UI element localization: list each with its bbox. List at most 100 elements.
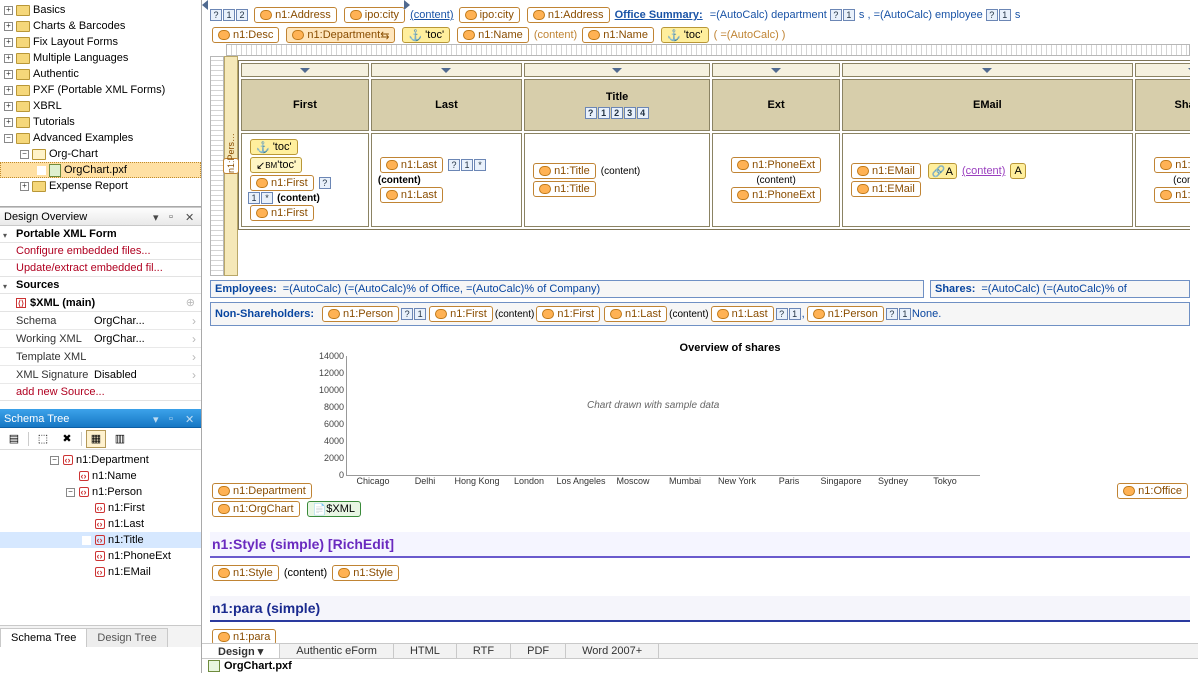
- tag-department-close[interactable]: n1:Department: [212, 483, 312, 499]
- close-icon[interactable]: ✕: [185, 413, 197, 425]
- schema-item[interactable]: ‹›n1:First: [0, 500, 201, 516]
- design-canvas[interactable]: ?12 n1:Address ipo:city (content) ipo:ci…: [202, 0, 1198, 643]
- tag-address[interactable]: n1:Address: [254, 7, 337, 23]
- pin-icon[interactable]: ▫: [169, 413, 181, 425]
- pin-icon[interactable]: ▫: [169, 211, 181, 223]
- dropdown-icon[interactable]: ▾: [153, 211, 165, 223]
- tree-item[interactable]: +PXF (Portable XML Forms): [0, 82, 201, 98]
- view-tab[interactable]: RTF: [457, 644, 511, 658]
- tag-toc[interactable]: ⚓'toc': [402, 27, 450, 43]
- content-text: (content): [410, 9, 453, 21]
- tab-schema-tree[interactable]: Schema Tree: [0, 628, 87, 647]
- view-tab[interactable]: Authentic eForm: [280, 644, 394, 658]
- schema-item[interactable]: ‹›n1:Title: [0, 532, 201, 548]
- update-extract-link[interactable]: Update/extract embedded fil...: [16, 262, 163, 274]
- tree-item[interactable]: +Basics: [0, 2, 201, 18]
- configure-embedded-link[interactable]: Configure embedded files...: [16, 245, 151, 257]
- kv-row[interactable]: Template XML›: [0, 348, 201, 366]
- tag-name[interactable]: n1:Name: [457, 27, 529, 43]
- tool-4[interactable]: ▦: [86, 430, 106, 448]
- tag-style[interactable]: n1:Style: [212, 565, 279, 581]
- cell-last[interactable]: n1:Last ?1* (content) n1:Last: [371, 133, 522, 227]
- cell-shares[interactable]: n1:Shares (content) n1:Shares: [1135, 133, 1190, 227]
- xml-main-row[interactable]: ⟨⟩ $XML (main) ⊕: [0, 294, 201, 312]
- col-first[interactable]: First: [241, 79, 369, 131]
- cell-email[interactable]: n1:EMail 🔗A (content) A n1:EMail: [842, 133, 1133, 227]
- document-tab[interactable]: OrgChart.pxf: [224, 660, 292, 672]
- col-title[interactable]: Title ?1234: [524, 79, 710, 131]
- tree-item[interactable]: −Org-Chart: [0, 146, 201, 162]
- chart-annotation: Chart drawn with sample data: [587, 400, 719, 411]
- tool-1[interactable]: ▤: [4, 430, 24, 448]
- ruler-vertical[interactable]: [210, 56, 224, 276]
- ruler-horizontal[interactable]: [226, 44, 1190, 56]
- sources-section[interactable]: ▾Sources: [0, 277, 201, 294]
- tag-para[interactable]: n1:para: [212, 629, 276, 643]
- employees-footer: Employees: =(AutoCalc) (=(AutoCalc)% of …: [210, 280, 924, 298]
- tree-item[interactable]: OrgChart.pxf: [0, 162, 201, 178]
- tag-desc[interactable]: n1:Desc: [212, 27, 279, 43]
- schema-tree-body[interactable]: −‹›n1:Department‹›n1:Name−‹›n1:Person‹›n…: [0, 450, 201, 625]
- view-tab[interactable]: Word 2007+: [566, 644, 659, 658]
- cell-title[interactable]: n1:Title (content) n1:Title: [524, 133, 710, 227]
- design-overview-body: ▾Portable XML Form Configure embedded fi…: [0, 226, 201, 409]
- kv-row[interactable]: XML SignatureDisabled›: [0, 366, 201, 384]
- cell-ext[interactable]: n1:PhoneExt (content) n1:PhoneExt: [712, 133, 840, 227]
- col-ext[interactable]: Ext: [712, 79, 840, 131]
- tag-name-close[interactable]: n1:Name: [582, 27, 654, 43]
- tree-item[interactable]: +Charts & Barcodes: [0, 18, 201, 34]
- document-icon: [208, 660, 220, 672]
- col-email[interactable]: EMail: [842, 79, 1133, 131]
- portable-xml-form-section[interactable]: ▾Portable XML Form: [0, 226, 201, 243]
- tree-item[interactable]: +Authentic: [0, 66, 201, 82]
- view-tab[interactable]: Design ▾: [202, 644, 280, 658]
- tool-3[interactable]: ✖: [57, 430, 77, 448]
- schema-item[interactable]: ‹›n1:Name: [0, 468, 201, 484]
- tab-design-tree[interactable]: Design Tree: [86, 628, 167, 647]
- cell-first[interactable]: ⚓'toc' ↙ BM 'toc' n1:First ? 1* (content…: [241, 133, 369, 227]
- col-shares[interactable]: Shares: [1135, 79, 1190, 131]
- tag-ipocity[interactable]: ipo:city: [344, 7, 405, 23]
- tool-2[interactable]: ⬚: [33, 430, 53, 448]
- tag-orgchart-close[interactable]: n1:OrgChart: [212, 501, 300, 517]
- col-last[interactable]: Last: [371, 79, 522, 131]
- kv-row[interactable]: SchemaOrgChar...›: [0, 312, 201, 330]
- design-overview-title: Design Overview: [4, 211, 87, 223]
- bottom-tabs: Design ▾Authentic eFormHTMLRTFPDFWord 20…: [202, 643, 1198, 673]
- chart-title: Overview of shares: [310, 342, 1150, 354]
- schema-item[interactable]: ‹›n1:PhoneExt: [0, 548, 201, 564]
- add-new-source-link[interactable]: add new Source...: [16, 386, 105, 398]
- shares-footer: Shares: =(AutoCalc) (=(AutoCalc)% of: [930, 280, 1190, 298]
- schema-item[interactable]: −‹›n1:Person: [0, 484, 201, 500]
- tag-toc-2[interactable]: ⚓'toc': [661, 27, 709, 43]
- person-sidebar[interactable]: n1:Pers…: [224, 56, 238, 276]
- view-tab[interactable]: HTML: [394, 644, 457, 658]
- schema-item[interactable]: ‹›n1:EMail: [0, 564, 201, 580]
- project-tree[interactable]: +Basics+Charts & Barcodes+Fix Layout For…: [0, 0, 201, 207]
- tree-item[interactable]: +Multiple Languages: [0, 50, 201, 66]
- document-tab-bar: OrgChart.pxf: [202, 659, 1198, 673]
- schema-tree-toolbar: ▤ ⬚ ✖ ▦ ▥: [0, 428, 201, 450]
- layout-grid: First Last Title ?1234 Ext EMail Shares …: [238, 60, 1190, 230]
- tag-address-close[interactable]: n1:Address: [527, 7, 610, 23]
- tree-item[interactable]: −Advanced Examples: [0, 130, 201, 146]
- tree-item[interactable]: +Fix Layout Forms: [0, 34, 201, 50]
- tag-style-close[interactable]: n1:Style: [332, 565, 399, 581]
- tag-department[interactable]: n1:Department ⇆: [286, 27, 395, 43]
- schema-tree-header[interactable]: Schema Tree ▾ ▫ ✕: [0, 409, 201, 428]
- dropdown-icon[interactable]: ▾: [153, 413, 165, 425]
- schema-item[interactable]: ‹›n1:Last: [0, 516, 201, 532]
- tree-item[interactable]: +Tutorials: [0, 114, 201, 130]
- tree-item[interactable]: +Expense Report: [0, 178, 201, 194]
- chart-container: Overview of shares Chart drawn with samp…: [310, 342, 1150, 476]
- schema-item[interactable]: −‹›n1:Department: [0, 452, 201, 468]
- design-overview-header[interactable]: Design Overview ▾ ▫ ✕: [0, 207, 201, 226]
- tag-xml[interactable]: 📄$XML: [307, 501, 361, 517]
- tag-office-close[interactable]: n1:Office: [1117, 483, 1188, 499]
- tree-item[interactable]: +XBRL: [0, 98, 201, 114]
- kv-row[interactable]: Working XMLOrgChar...›: [0, 330, 201, 348]
- close-icon[interactable]: ✕: [185, 211, 197, 223]
- tag-ipocity-close[interactable]: ipo:city: [459, 7, 520, 23]
- view-tab[interactable]: PDF: [511, 644, 566, 658]
- tool-5[interactable]: ▥: [110, 430, 130, 448]
